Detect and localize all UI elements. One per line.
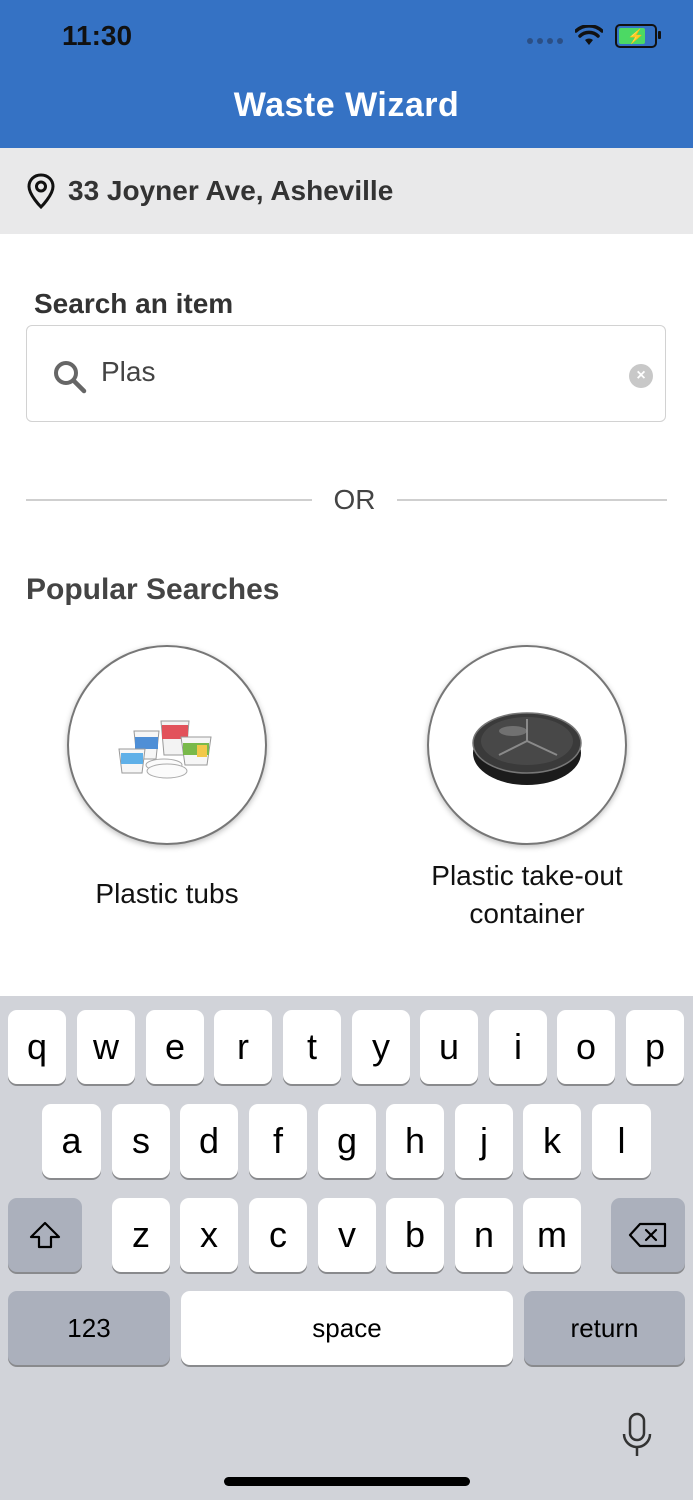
popular-item-label: Plastic tubs: [95, 878, 239, 909]
key-f[interactable]: f: [249, 1104, 307, 1178]
search-icon: [54, 361, 87, 394]
search-label: Search an item: [34, 288, 234, 319]
popular-item-plastic-tubs[interactable]: Plastic tubs: [37, 645, 297, 913]
key-i[interactable]: i: [489, 1010, 547, 1084]
address-bar[interactable]: 33 Joyner Ave, Asheville: [0, 148, 693, 234]
delete-key[interactable]: [611, 1198, 685, 1272]
numbers-key[interactable]: 123: [8, 1291, 170, 1365]
home-indicator: [224, 1477, 470, 1486]
popular-searches-title: Popular Searches: [26, 573, 280, 606]
key-k[interactable]: k: [523, 1104, 581, 1178]
shift-key[interactable]: [8, 1198, 82, 1272]
microphone-icon[interactable]: [620, 1412, 654, 1460]
key-n[interactable]: n: [455, 1198, 513, 1272]
app-title: Waste Wizard: [233, 86, 460, 124]
shift-icon: [29, 1221, 61, 1249]
key-x[interactable]: x: [180, 1198, 238, 1272]
popular-item-takeout-container[interactable]: Plastic take-out container: [397, 645, 657, 933]
key-h[interactable]: h: [386, 1104, 444, 1178]
wifi-icon: [575, 25, 603, 45]
key-m[interactable]: m: [523, 1198, 581, 1272]
key-o[interactable]: o: [557, 1010, 615, 1084]
key-z[interactable]: z: [112, 1198, 170, 1272]
key-e[interactable]: e: [146, 1010, 204, 1084]
divider-line-right: [397, 499, 667, 501]
key-w[interactable]: w: [77, 1010, 135, 1084]
status-icons: ⚡: [527, 24, 661, 48]
search-box[interactable]: ×: [26, 325, 666, 422]
key-s[interactable]: s: [112, 1104, 170, 1178]
backspace-icon: [628, 1222, 667, 1248]
keyboard: q w e r t y u i o p a s d f g h j k l z …: [0, 996, 693, 1500]
key-b[interactable]: b: [386, 1198, 444, 1272]
app-header: 11:30 ⚡ Waste Wizard: [0, 0, 693, 148]
key-t[interactable]: t: [283, 1010, 341, 1084]
status-time: 11:30: [62, 20, 133, 51]
battery-icon: ⚡: [615, 24, 661, 48]
key-a[interactable]: a: [42, 1104, 101, 1178]
plastic-tubs-image: [67, 645, 267, 845]
search-input[interactable]: [101, 356, 601, 388]
key-d[interactable]: d: [180, 1104, 238, 1178]
key-q[interactable]: q: [8, 1010, 66, 1084]
or-divider-text: OR: [333, 484, 376, 515]
return-key[interactable]: return: [524, 1291, 685, 1365]
key-p[interactable]: p: [626, 1010, 684, 1084]
takeout-container-image: [427, 645, 627, 845]
divider-line-left: [26, 499, 312, 501]
key-j[interactable]: j: [455, 1104, 513, 1178]
location-pin-icon: [27, 173, 55, 209]
key-r[interactable]: r: [214, 1010, 272, 1084]
key-c[interactable]: c: [249, 1198, 307, 1272]
key-l[interactable]: l: [592, 1104, 651, 1178]
address-text: 33 Joyner Ave, Asheville: [68, 175, 394, 206]
key-u[interactable]: u: [420, 1010, 478, 1084]
popular-item-label: Plastic take-out container: [431, 860, 623, 929]
key-v[interactable]: v: [318, 1198, 376, 1272]
key-g[interactable]: g: [318, 1104, 376, 1178]
space-key[interactable]: space: [181, 1291, 513, 1365]
cellular-signal-icon: [527, 28, 563, 44]
key-y[interactable]: y: [352, 1010, 410, 1084]
clear-search-icon[interactable]: ×: [629, 364, 653, 388]
